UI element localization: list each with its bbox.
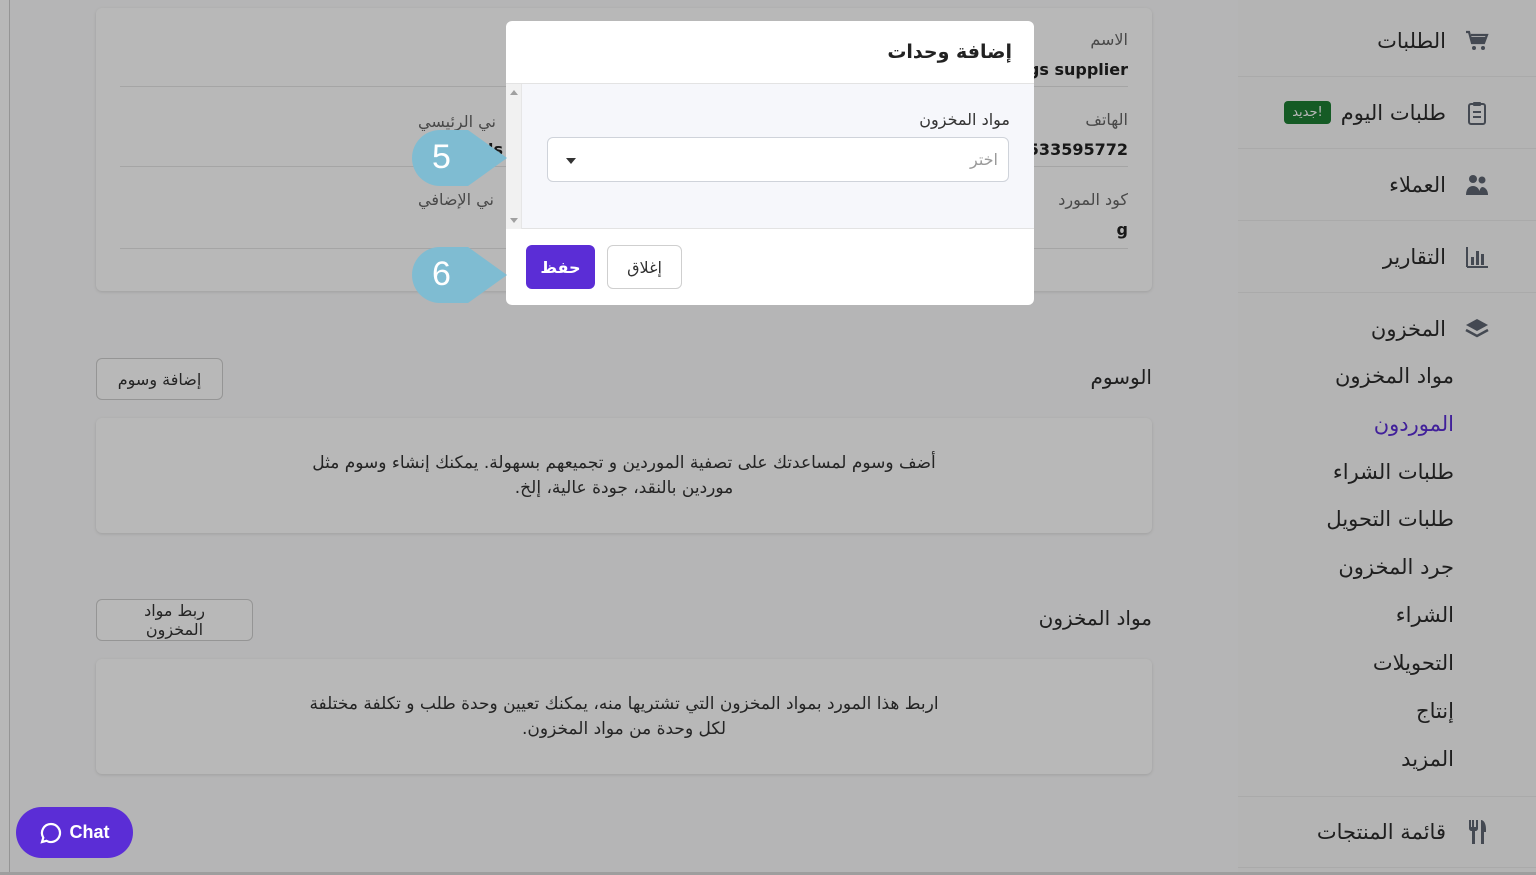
modal-body: مواد المخزون اختر: [506, 84, 1034, 229]
step-number: 5: [432, 138, 451, 176]
inventory-items-select[interactable]: اختر: [547, 137, 1009, 182]
save-button[interactable]: حفظ: [526, 245, 595, 289]
step-marker-6: 6: [410, 245, 510, 305]
select-placeholder: اختر: [970, 150, 998, 169]
modal-title: إضافة وحدات: [887, 41, 1012, 63]
scroll-up-arrow-icon[interactable]: [510, 90, 518, 95]
add-units-modal: إضافة وحدات مواد المخزون اختر حفظ إغلاق: [506, 21, 1034, 305]
scroll-down-arrow-icon[interactable]: [510, 218, 518, 223]
step-number: 6: [432, 255, 451, 293]
chat-bubble-icon: [39, 822, 62, 844]
modal-footer: حفظ إغلاق: [506, 229, 1034, 305]
inventory-items-field-label: مواد المخزون: [919, 110, 1010, 129]
modal-header: إضافة وحدات: [506, 21, 1034, 84]
chat-label: Chat: [69, 822, 110, 842]
chat-button[interactable]: Chat: [16, 807, 133, 858]
caret-down-icon: [566, 158, 576, 164]
close-button[interactable]: إغلاق: [607, 245, 682, 289]
step-marker-5: 5: [410, 128, 510, 188]
